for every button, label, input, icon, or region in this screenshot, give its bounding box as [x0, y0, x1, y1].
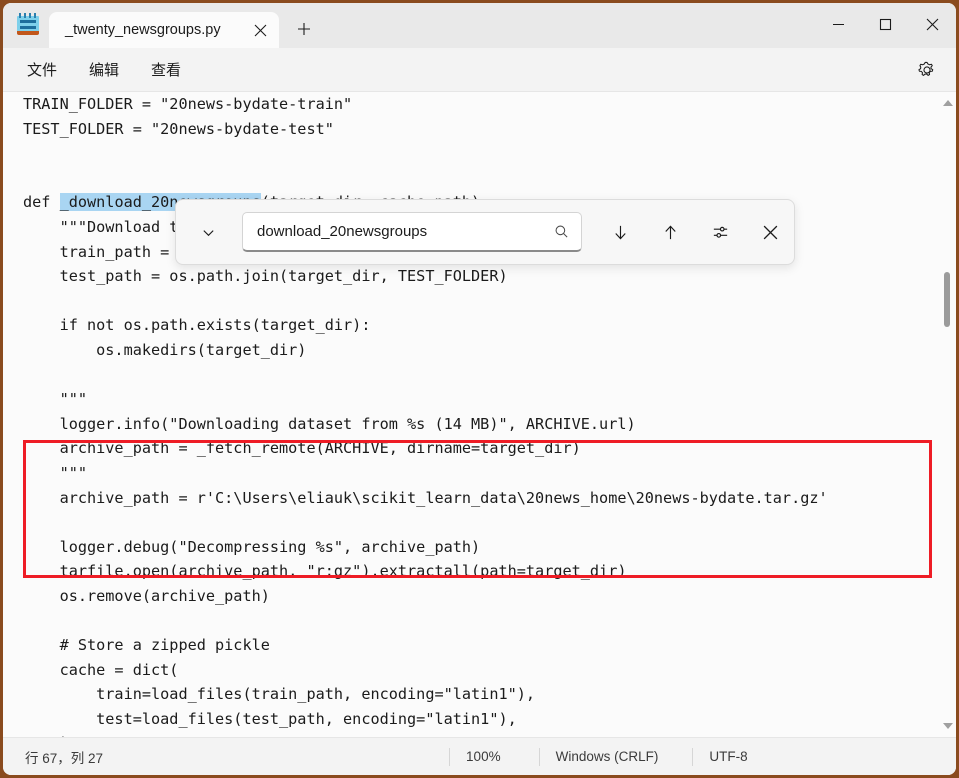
close-window-button[interactable]: [909, 3, 956, 45]
code-line: test=load_files(test_path, encoding="lat…: [23, 709, 517, 728]
code-content[interactable]: TRAIN_FOLDER = "20news-bydate-train" TEST…: [23, 92, 828, 737]
code-line: TRAIN_FOLDER = "20news-bydate-train": [23, 95, 353, 113]
code-line: archive_path = r'C:\Users\eliauk\scikit_…: [23, 488, 828, 507]
cursor-position: 行 67，列 27: [25, 750, 104, 766]
notepad-window: _twenty_newsgroups.py 文件 编辑 查看 TRAIN_FOL…: [3, 3, 956, 775]
code-line: """: [23, 390, 88, 409]
status-bar: 行 67，列 27 100% Windows (CRLF) UTF-8: [3, 737, 956, 775]
scroll-up-icon[interactable]: [939, 94, 956, 112]
menu-bar: 文件 编辑 查看: [3, 48, 956, 92]
minimize-button[interactable]: [815, 3, 862, 45]
code-line: ): [23, 731, 828, 737]
editor-tab[interactable]: _twenty_newsgroups.py: [49, 12, 279, 48]
tab-title: _twenty_newsgroups.py: [65, 22, 221, 38]
maximize-button[interactable]: [862, 3, 909, 45]
code-line: os.makedirs(target_dir): [23, 340, 307, 359]
code-line: test_path = os.path.join(target_dir, TES…: [23, 267, 508, 286]
menu-item-file[interactable]: 文件: [15, 54, 69, 85]
code-line: TEST_FOLDER = "20news-bydate-test": [23, 119, 334, 138]
menu-item-edit[interactable]: 编辑: [77, 54, 131, 85]
find-bar: [175, 199, 795, 265]
code-line: cache = dict(: [23, 660, 179, 679]
code-line: """: [23, 463, 88, 482]
new-tab-icon[interactable]: [287, 13, 321, 45]
search-input[interactable]: [257, 223, 551, 240]
search-input-wrapper[interactable]: [242, 212, 582, 252]
code-line: logger.info("Downloading dataset from %s…: [23, 414, 636, 433]
chevron-down-icon[interactable]: [190, 214, 226, 250]
vertical-scrollbar[interactable]: [939, 92, 956, 737]
find-next-button[interactable]: [600, 212, 640, 252]
encoding[interactable]: UTF-8: [693, 749, 763, 764]
code-line: os.remove(archive_path): [23, 586, 270, 605]
scroll-down-icon[interactable]: [939, 717, 956, 735]
scrollbar-thumb[interactable]: [944, 272, 950, 327]
title-bar: _twenty_newsgroups.py: [3, 3, 956, 48]
text-editor-area[interactable]: TRAIN_FOLDER = "20news-bydate-train" TEST…: [3, 92, 956, 737]
code-line: archive_path = _fetch_remote(ARCHIVE, di…: [23, 439, 581, 458]
zoom-level[interactable]: 100%: [450, 749, 517, 764]
code-line: tarfile.open(archive_path, "r:gz").extra…: [23, 562, 627, 581]
code-line: logger.debug("Decompressing %s", archive…: [23, 537, 481, 556]
find-previous-button[interactable]: [650, 212, 690, 252]
window-controls: [815, 3, 956, 45]
code-line: # Store a zipped pickle: [23, 636, 270, 655]
search-icon: [551, 222, 571, 242]
code-line: train=load_files(train_path, encoding="l…: [23, 685, 536, 704]
close-tab-icon[interactable]: [247, 17, 273, 43]
gear-icon[interactable]: [912, 55, 942, 85]
code-line: if not os.path.exists(target_dir):: [23, 316, 371, 335]
close-find-bar-button[interactable]: [750, 212, 790, 252]
line-ending[interactable]: Windows (CRLF): [540, 749, 675, 764]
notepad-icon: [17, 13, 39, 37]
search-options-button[interactable]: [700, 212, 740, 252]
menu-item-view[interactable]: 查看: [139, 54, 193, 85]
